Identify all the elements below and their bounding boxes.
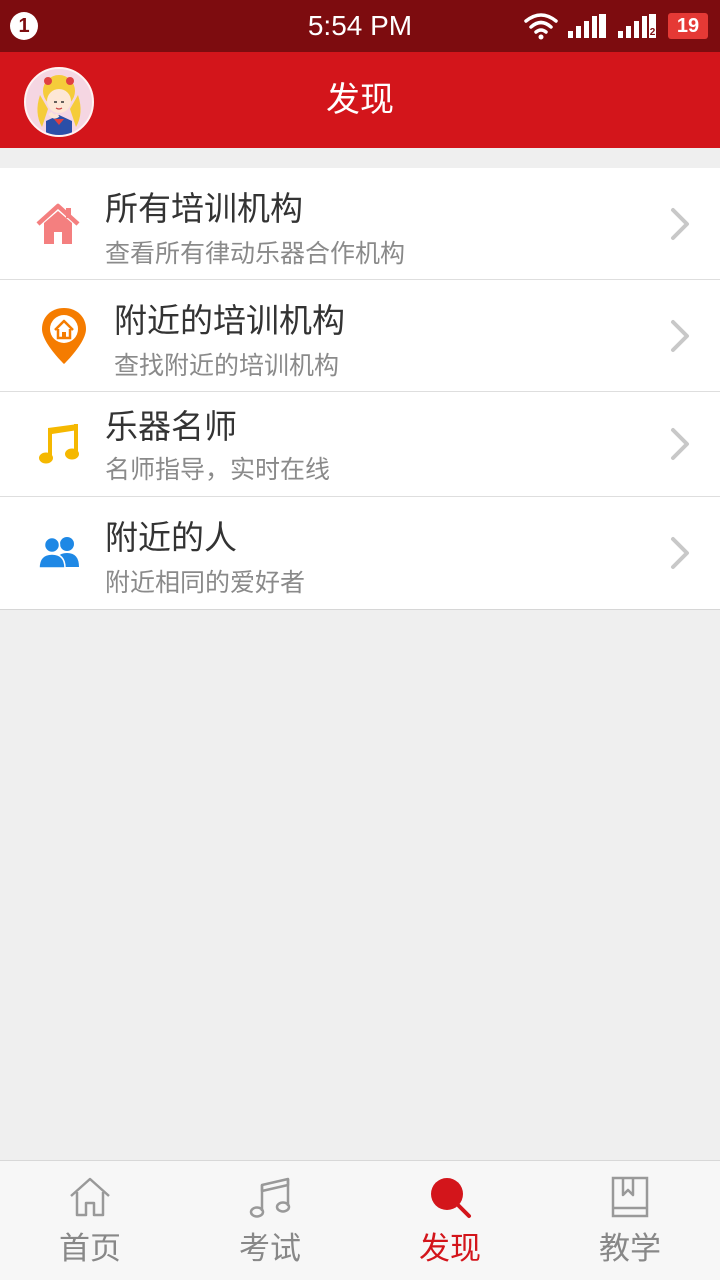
list-item-subtitle: 名师指导，实时在线: [105, 455, 331, 484]
list-item-nearby-people[interactable]: 附近的人 附近相同的爱好者: [0, 497, 720, 609]
list-item-all-institutions[interactable]: 所有培训机构 查看所有律动乐器合作机构: [0, 168, 720, 280]
tab-label: 教学: [599, 1231, 661, 1267]
chevron-right-icon: [671, 320, 689, 352]
tab-exam[interactable]: 考试: [180, 1161, 360, 1280]
wifi-icon: [524, 13, 558, 40]
location-pin-icon: [42, 308, 86, 364]
page-title: 发现: [326, 80, 394, 120]
music-note-icon: [39, 424, 79, 464]
list-item-nearby-institutions[interactable]: 附近的培训机构 查找附近的培训机构: [0, 280, 720, 392]
home-icon: [70, 1177, 110, 1217]
tab-label: 首页: [59, 1231, 121, 1267]
list-item-title: 附近的人: [105, 518, 237, 557]
tab-discover[interactable]: 发现: [360, 1161, 540, 1280]
signal-sim1-icon: [568, 14, 606, 38]
people-icon: [38, 536, 79, 569]
chevron-right-icon: [671, 537, 689, 569]
signal-sim2-icon: 2: [618, 14, 656, 38]
chevron-right-icon: [671, 208, 689, 240]
discover-list: 所有培训机构 查看所有律动乐器合作机构 附近的培训机构 查找附近的培训机构 乐器…: [0, 168, 720, 610]
list-item-title: 所有培训机构: [105, 189, 303, 228]
list-item-subtitle: 查看所有律动乐器合作机构: [105, 239, 406, 268]
status-bar: 1 5:54 PM 2 19: [0, 0, 720, 52]
sim2-label: 2: [650, 27, 656, 38]
book-icon: [611, 1176, 649, 1218]
music-note-icon: [249, 1177, 291, 1218]
tab-teaching[interactable]: 教学: [540, 1161, 720, 1280]
bottom-nav: 首页 考试 发现 教学: [0, 1160, 720, 1280]
tab-label: 考试: [239, 1231, 301, 1267]
battery-indicator: 19: [668, 13, 708, 39]
tab-label: 发现: [419, 1231, 481, 1267]
tab-home[interactable]: 首页: [0, 1161, 180, 1280]
list-item-title: 附近的培训机构: [114, 301, 345, 340]
status-time: 5:54 PM: [307, 10, 413, 41]
search-icon: [431, 1178, 471, 1218]
chevron-right-icon: [671, 428, 689, 460]
house-icon: [36, 203, 80, 244]
list-item-famous-teachers[interactable]: 乐器名师 名师指导，实时在线: [0, 392, 720, 497]
list-item-subtitle: 查找附近的培训机构: [114, 351, 340, 380]
list-item-title: 乐器名师: [105, 407, 237, 446]
list-item-subtitle: 附近相同的爱好者: [105, 568, 306, 597]
header-bar: 发现: [0, 52, 720, 148]
